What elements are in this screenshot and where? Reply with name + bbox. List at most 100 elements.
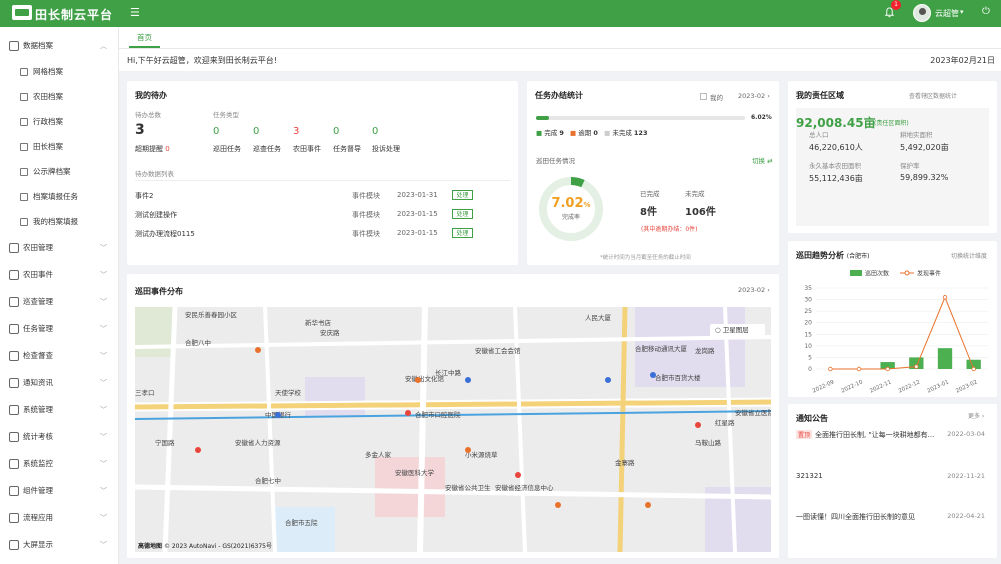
- handle-button[interactable]: 处理: [452, 190, 473, 200]
- form-icon: [20, 217, 28, 226]
- sidebar-item-18[interactable]: 流程应用 ﹀: [0, 504, 118, 531]
- sidebar-item-5[interactable]: 公示牌档案: [0, 159, 118, 184]
- sidebar-item-9[interactable]: 农田事件 ﹀: [0, 261, 118, 288]
- mine-checkbox[interactable]: [700, 93, 707, 100]
- map-label: 合肥市百货大楼: [655, 374, 701, 382]
- line-point: [914, 364, 919, 369]
- todo-row-name[interactable]: 测试办理流程0115: [135, 229, 195, 239]
- map-marker[interactable]: [255, 347, 261, 353]
- completed-count: 8件: [640, 207, 657, 218]
- map-label: 安徽省工会会馆: [475, 347, 521, 355]
- handle-button[interactable]: 处理: [452, 228, 473, 238]
- satellite-toggle[interactable]: ○ 卫星图层: [710, 324, 765, 337]
- task-type-label: 投诉处理: [372, 145, 400, 153]
- region-stats-link[interactable]: 查看辖区数据统计: [909, 91, 957, 100]
- sidebar-item-14[interactable]: 系统管理 ﹀: [0, 396, 118, 423]
- done-count: 9: [559, 129, 564, 137]
- chevron-down-icon[interactable]: ▾: [960, 8, 964, 16]
- avatar[interactable]: [913, 4, 931, 22]
- todo-row-name[interactable]: 事件2: [135, 191, 153, 201]
- sidebar-item-2[interactable]: 农田档案: [0, 84, 118, 109]
- task-month-select[interactable]: 2023-02 ›: [738, 92, 770, 100]
- sidebar-item-19[interactable]: 大屏显示 ﹀: [0, 531, 118, 558]
- sidebar-item-13[interactable]: 通知资讯 ﹀: [0, 369, 118, 396]
- map-marker[interactable]: [555, 502, 561, 508]
- map-marker[interactable]: [695, 422, 701, 428]
- sidebar-item-6[interactable]: 档案填报任务: [0, 184, 118, 209]
- task-stats-title: 任务办结统计: [535, 91, 583, 100]
- map-marker[interactable]: [275, 412, 281, 418]
- overdue-reminder[interactable]: 超期提醒 0: [135, 144, 170, 154]
- todo-row-module: 事件模块: [352, 230, 380, 238]
- chart-switch-link[interactable]: 切换统计维度: [951, 251, 987, 260]
- todo-row-name[interactable]: 测试创建操作: [135, 210, 177, 220]
- rate-unit: %: [583, 201, 591, 209]
- sidebar-item-11[interactable]: 任务管理 ﹀: [0, 315, 118, 342]
- task-type-count[interactable]: 3: [293, 126, 299, 137]
- completed-label: 已完成: [640, 190, 660, 198]
- sidebar-item-10[interactable]: 巡查管理 ﹀: [0, 288, 118, 315]
- map-month-select[interactable]: 2023-02 ›: [738, 286, 770, 294]
- switch-link[interactable]: 切换 ⇄: [752, 155, 773, 165]
- handle-button[interactable]: 处理: [452, 209, 473, 219]
- event-map[interactable]: 安民乐善春园小区合肥八中新华书店人民大厦安庆路龙岗路金寨路长江中路天使学校中国银…: [135, 307, 771, 552]
- map-marker[interactable]: [605, 377, 611, 383]
- sidebar-item-16[interactable]: 系统监控 ﹀: [0, 450, 118, 477]
- switch-label: 切换: [752, 157, 765, 165]
- todo-list-label: 待办数据列表: [135, 170, 174, 178]
- map-label: 安徽医科大学: [395, 469, 434, 477]
- chart-title: 巡田趋势分析 (合肥市): [796, 250, 869, 261]
- map-marker[interactable]: [515, 472, 521, 478]
- sidebar-item-7[interactable]: 我的档案填报: [0, 209, 118, 234]
- power-icon[interactable]: ⏻: [982, 6, 990, 17]
- y-tick-label: 5: [808, 354, 812, 361]
- region-stat-label: 保护率: [900, 162, 920, 170]
- task-type-count[interactable]: 0: [253, 126, 259, 137]
- task-type-label: 农田事件: [293, 145, 321, 153]
- sidebar-item-0[interactable]: 数据档案 ︿: [0, 32, 118, 59]
- bar-mark: [937, 348, 953, 369]
- map-marker[interactable]: [645, 502, 651, 508]
- legend-swatch-point: [904, 270, 910, 276]
- map-label: 金寨路: [615, 459, 635, 467]
- task-type-count[interactable]: 0: [213, 126, 219, 137]
- map-marker[interactable]: [195, 447, 201, 453]
- gear-icon: [9, 404, 19, 415]
- task-month: 2023-02: [738, 92, 766, 100]
- overdue-count: 0: [165, 145, 170, 153]
- sidebar-item-17[interactable]: 组件管理 ﹀: [0, 477, 118, 504]
- overdue-task-label: 逾期: [578, 129, 592, 137]
- map-block: [375, 457, 445, 517]
- tab-home[interactable]: 首页: [129, 27, 160, 48]
- greeting-bar: Hi,下午好云超管，欢迎来到田长制云平台! 2023年02月21日: [119, 49, 1001, 71]
- map-marker[interactable]: [465, 377, 471, 383]
- field-icon: [20, 92, 28, 101]
- sidebar-item-15[interactable]: 统计考核 ﹀: [0, 423, 118, 450]
- map-marker[interactable]: [650, 372, 656, 378]
- notice-item[interactable]: 一图读懂！四川全面推行田长制的意见 2022-04-21: [796, 512, 991, 522]
- map-marker[interactable]: [405, 410, 411, 416]
- flow-icon: [9, 512, 19, 523]
- task-type-count[interactable]: 0: [372, 126, 378, 137]
- sidebar-item-12[interactable]: 检查督查 ﹀: [0, 342, 118, 369]
- patrol-label: 巡田任务情况: [536, 157, 575, 165]
- sidebar-item-8[interactable]: 农田管理 ﹀: [0, 234, 118, 261]
- app-title: 田长制云平台: [35, 8, 114, 22]
- notice-item[interactable]: 置顶 全面推行田长制, "让每一块耕地都有... 2022-03-04: [796, 430, 991, 440]
- task-type-count[interactable]: 0: [333, 126, 339, 137]
- notice-more-link[interactable]: 更多 ›: [968, 411, 984, 420]
- map-marker[interactable]: [415, 377, 421, 383]
- sidebar-item-label: 田长档案: [33, 142, 63, 151]
- task-type-label: 任务督导: [333, 145, 361, 153]
- map-marker[interactable]: [465, 447, 471, 453]
- line-point: [856, 366, 862, 372]
- username-label[interactable]: 云超管: [935, 8, 959, 19]
- sidebar-item-3[interactable]: 行政档案: [0, 109, 118, 134]
- sidebar-item-label: 农田档案: [33, 92, 63, 101]
- sidebar-item-4[interactable]: 田长档案: [0, 134, 118, 159]
- sidebar-item-1[interactable]: 网格档案: [0, 59, 118, 84]
- rate-value: 7.02%: [546, 196, 596, 211]
- chevron-down-icon: ﹀: [100, 243, 107, 252]
- notice-item[interactable]: 321321 2022-11-21: [796, 472, 991, 480]
- menu-toggle-icon[interactable]: ☰: [130, 6, 140, 19]
